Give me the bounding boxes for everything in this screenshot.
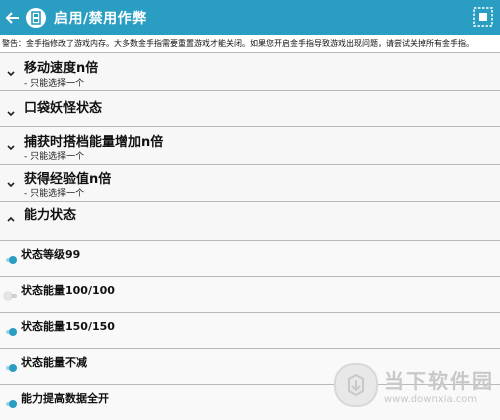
group-title: 获得经验值n倍 (24, 172, 112, 187)
group-exp-multiplier[interactable]: 获得经验值n倍 - 只能选择一个 (0, 165, 500, 202)
group-partner-energy[interactable]: 捕获时搭档能量增加n倍 - 只能选择一个 (0, 127, 500, 165)
app-bar: 启用/禁用作弊 (0, 0, 500, 35)
option-label: 能力提高数据全开 (21, 392, 109, 405)
page-title: 启用/禁用作弊 (54, 10, 147, 27)
toggle-switch[interactable] (4, 256, 17, 264)
option-label: 状态能量150/150 (21, 320, 115, 333)
warning-text: 警告：金手指修改了游戏内存。大多数金手指需要重置游戏才能关闭。如果您开启金手指导… (0, 35, 500, 53)
game-cartridge-icon (26, 7, 46, 28)
group-ability-status[interactable]: 能力状态 (0, 202, 500, 241)
group-pokemon-status[interactable]: 口袋妖怪状态 (0, 91, 500, 127)
chevron-up-icon (7, 216, 15, 222)
group-title: 移动速度n倍 (24, 61, 99, 76)
chevron-down-icon (7, 111, 15, 117)
group-move-speed[interactable]: 移动速度n倍 - 只能选择一个 (0, 53, 500, 91)
group-subtitle: - 只能选择一个 (24, 79, 85, 89)
cheat-option[interactable]: 状态等级99 (0, 241, 500, 277)
site-watermark: 当下软件园 www.downxia.com (334, 363, 494, 407)
back-arrow-icon[interactable] (2, 0, 24, 35)
group-title: 口袋妖怪状态 (24, 101, 103, 116)
chevron-down-icon (7, 71, 15, 77)
option-label: 状态能量不减 (21, 356, 87, 369)
watermark-logo-icon (334, 363, 378, 407)
watermark-name: 当下软件园 (384, 369, 494, 393)
select-all-icon[interactable] (472, 6, 494, 28)
watermark-url: www.downxia.com (384, 394, 478, 405)
toggle-switch[interactable] (4, 328, 17, 336)
option-label: 状态等级99 (21, 248, 81, 261)
group-title: 能力状态 (24, 208, 77, 223)
cheat-option[interactable]: 状态能量100/100 (0, 277, 500, 313)
chevron-down-icon (7, 145, 15, 151)
chevron-down-icon (7, 182, 15, 188)
group-subtitle: - 只能选择一个 (24, 152, 85, 162)
toggle-switch[interactable] (4, 400, 17, 408)
group-subtitle: - 只能选择一个 (24, 189, 85, 199)
toggle-switch[interactable] (4, 292, 17, 300)
option-label: 状态能量100/100 (21, 284, 115, 297)
toggle-switch[interactable] (4, 364, 17, 372)
cheat-option[interactable]: 状态能量150/150 (0, 313, 500, 349)
group-title: 捕获时搭档能量增加n倍 (24, 135, 164, 150)
